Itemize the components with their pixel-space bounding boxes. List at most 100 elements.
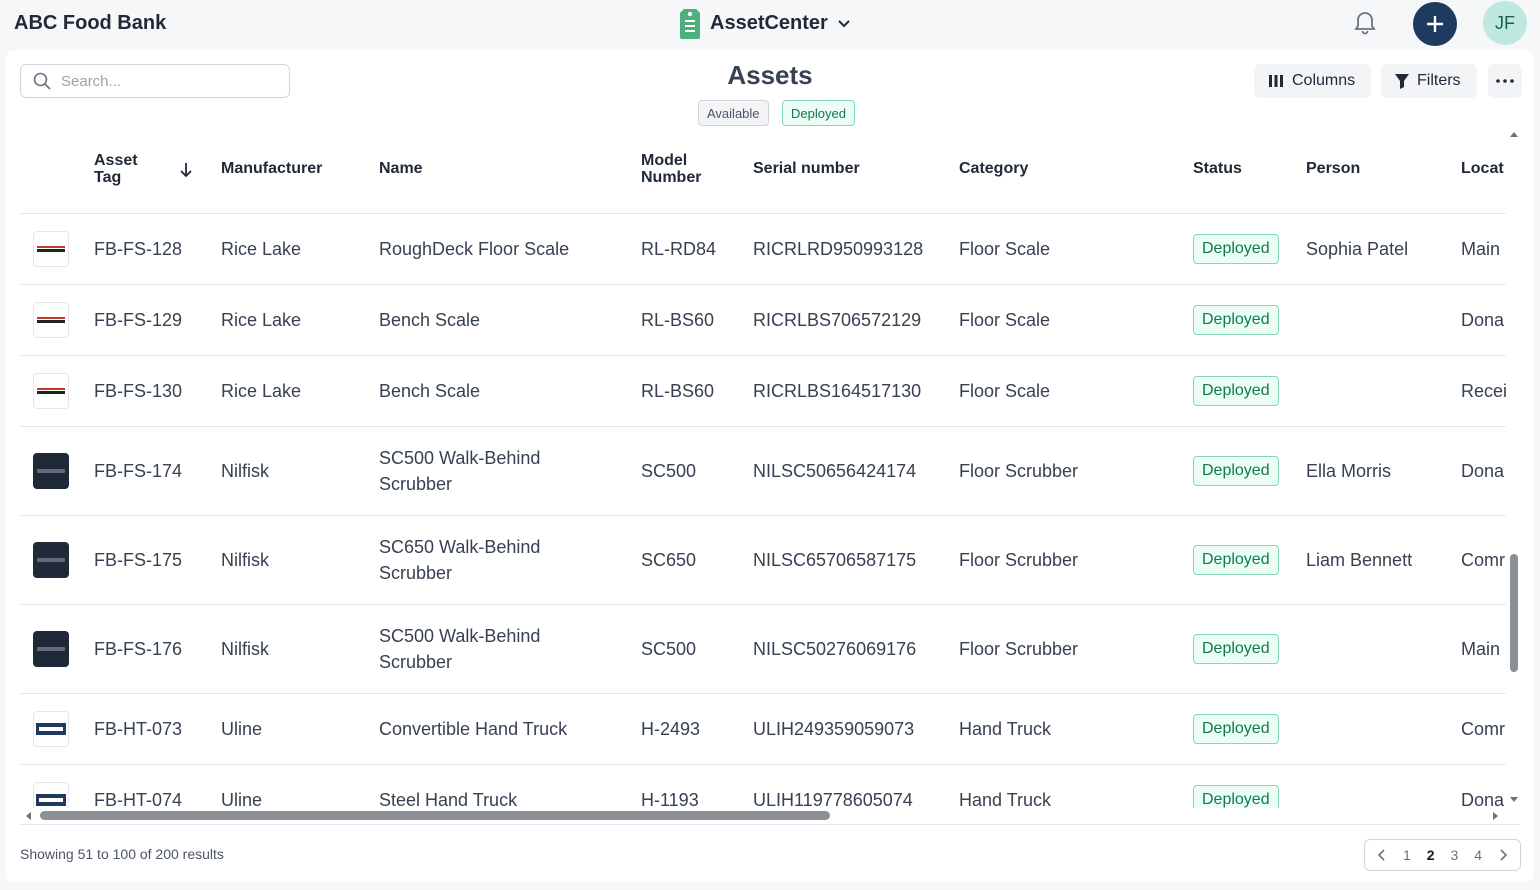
vertical-scrollbar[interactable]: [1508, 130, 1520, 808]
chevron-down-icon: [838, 20, 850, 28]
scroll-right-icon[interactable]: [1492, 811, 1500, 821]
cell-location[interactable]: Dona: [1461, 787, 1504, 808]
cell-person[interactable]: Ella Morris: [1306, 458, 1391, 484]
cell-asset-tag[interactable]: FB-FS-129: [94, 307, 182, 333]
cell-location[interactable]: Recei: [1461, 378, 1506, 404]
status-badge: Deployed: [1193, 305, 1279, 335]
scroll-left-icon[interactable]: [24, 811, 32, 821]
results-summary: Showing 51 to 100 of 200 results: [20, 846, 224, 862]
cell-model-number: H-2493: [641, 719, 701, 739]
table-row[interactable]: FB-HT-073 Uline Convertible Hand Truck H…: [20, 694, 1506, 765]
user-avatar[interactable]: JF: [1483, 1, 1527, 45]
table-row[interactable]: FB-FS-174 Nilfisk SC500 Walk-Behind Scru…: [20, 427, 1506, 516]
chevron-left-icon[interactable]: [1377, 849, 1387, 861]
cell-person[interactable]: Liam Bennett: [1306, 547, 1412, 573]
status-badge: Deployed: [1193, 714, 1279, 744]
page-4[interactable]: 4: [1474, 847, 1482, 863]
horizontal-scrollbar[interactable]: [20, 808, 1506, 824]
ellipsis-icon: [1496, 79, 1514, 83]
table-row[interactable]: FB-FS-175 Nilfisk SC650 Walk-Behind Scru…: [20, 516, 1506, 605]
cell-location[interactable]: Comr: [1461, 547, 1505, 573]
cell-manufacturer: Nilfisk: [221, 461, 269, 481]
header-asset-tag[interactable]: Asset Tag: [94, 152, 154, 186]
status-badge: Deployed: [1193, 456, 1279, 486]
status-badge: Deployed: [1193, 545, 1279, 575]
cell-name-line2: Scrubber: [379, 474, 453, 494]
assets-table: Asset Tag Manufacturer Name Model Number…: [20, 130, 1506, 808]
cell-location[interactable]: Comr: [1461, 716, 1505, 742]
add-button[interactable]: [1413, 2, 1457, 46]
cell-category: Floor Scale: [959, 310, 1051, 330]
cell-manufacturer: Rice Lake: [221, 310, 302, 330]
scroll-up-icon[interactable]: [1509, 130, 1519, 138]
columns-button[interactable]: Columns: [1254, 64, 1371, 98]
header-name[interactable]: Name: [379, 160, 423, 177]
top-bar: ABC Food Bank AssetCenter JF: [0, 0, 1540, 48]
cell-manufacturer: Nilfisk: [221, 639, 269, 659]
cell-manufacturer: Uline: [221, 790, 263, 808]
plus-icon: [1427, 16, 1443, 32]
rice-lake-logo: [33, 302, 69, 338]
header-serial-number[interactable]: Serial number: [753, 160, 860, 177]
header-person[interactable]: Person: [1306, 160, 1360, 177]
table-row[interactable]: FB-FS-129 Rice Lake Bench Scale RL-BS60 …: [20, 285, 1506, 356]
deployed-chip[interactable]: Deployed: [782, 100, 855, 126]
cell-asset-tag[interactable]: FB-FS-176: [94, 636, 182, 662]
page-2-current[interactable]: 2: [1427, 847, 1435, 863]
cell-category: Hand Truck: [959, 790, 1052, 808]
table-row[interactable]: FB-FS-128 Rice Lake RoughDeck Floor Scal…: [20, 214, 1506, 285]
cell-location[interactable]: Dona: [1461, 307, 1504, 333]
sort-descending-icon[interactable]: [180, 162, 192, 178]
header-model-number[interactable]: Model Number: [641, 152, 711, 186]
cell-category: Floor Scale: [959, 381, 1051, 401]
columns-label: Columns: [1292, 72, 1356, 89]
cell-asset-tag[interactable]: FB-FS-175: [94, 547, 182, 573]
available-chip[interactable]: Available: [698, 100, 769, 126]
nilfisk-logo: [33, 542, 69, 578]
cell-location[interactable]: Main: [1461, 636, 1500, 662]
cell-asset-tag[interactable]: FB-HT-073: [94, 716, 182, 742]
header-location[interactable]: Locat: [1461, 160, 1504, 177]
table-row[interactable]: FB-HT-074 Uline Steel Hand Truck H-1193 …: [20, 765, 1506, 808]
filters-button[interactable]: Filters: [1381, 64, 1477, 98]
cell-model-number: RL-BS60: [641, 381, 715, 401]
search-box[interactable]: [20, 64, 290, 98]
chevron-right-icon[interactable]: [1498, 849, 1508, 861]
page-3[interactable]: 3: [1450, 847, 1458, 863]
status-badge: Deployed: [1193, 234, 1279, 264]
search-input[interactable]: [61, 72, 271, 90]
horizontal-scroll-thumb[interactable]: [40, 811, 830, 820]
cell-manufacturer: Nilfisk: [221, 550, 269, 570]
cell-manufacturer: Rice Lake: [221, 381, 302, 401]
header-manufacturer[interactable]: Manufacturer: [221, 160, 322, 177]
cell-model-number: H-1193: [641, 790, 699, 808]
cell-person[interactable]: Sophia Patel: [1306, 236, 1408, 262]
cell-asset-tag[interactable]: FB-FS-128: [94, 236, 182, 262]
scroll-down-icon[interactable]: [1509, 796, 1519, 804]
page-title: Assets: [727, 60, 813, 90]
header-category[interactable]: Category: [959, 160, 1028, 177]
header-status[interactable]: Status: [1193, 160, 1242, 177]
cell-model-number: RL-RD84: [641, 239, 717, 259]
cell-name: Convertible Hand Truck: [379, 719, 568, 739]
table-row[interactable]: FB-FS-130 Rice Lake Bench Scale RL-BS60 …: [20, 356, 1506, 427]
table-row[interactable]: FB-FS-176 Nilfisk SC500 Walk-Behind Scru…: [20, 605, 1506, 694]
cell-location[interactable]: Main: [1461, 236, 1500, 262]
cell-location[interactable]: Dona: [1461, 458, 1504, 484]
notifications-button[interactable]: [1353, 10, 1377, 36]
cell-name-line2: Scrubber: [379, 563, 453, 583]
cell-serial-number: NILSC50656424174: [753, 461, 917, 481]
cell-serial-number: RICRLRD950993128: [753, 239, 924, 259]
cell-serial-number: NILSC50276069176: [753, 639, 917, 659]
nilfisk-logo: [33, 453, 69, 489]
cell-asset-tag[interactable]: FB-FS-174: [94, 458, 182, 484]
cell-asset-tag[interactable]: FB-HT-074: [94, 787, 182, 808]
more-options-button[interactable]: [1488, 64, 1522, 98]
cell-asset-tag[interactable]: FB-FS-130: [94, 378, 182, 404]
cell-name: SC500 Walk-Behind: [379, 626, 541, 646]
vertical-scroll-thumb[interactable]: [1510, 554, 1518, 672]
app-switcher[interactable]: AssetCenter: [678, 6, 852, 40]
page-1[interactable]: 1: [1403, 847, 1411, 863]
cell-model-number: SC650: [641, 550, 697, 570]
cell-category: Floor Scale: [959, 239, 1051, 259]
